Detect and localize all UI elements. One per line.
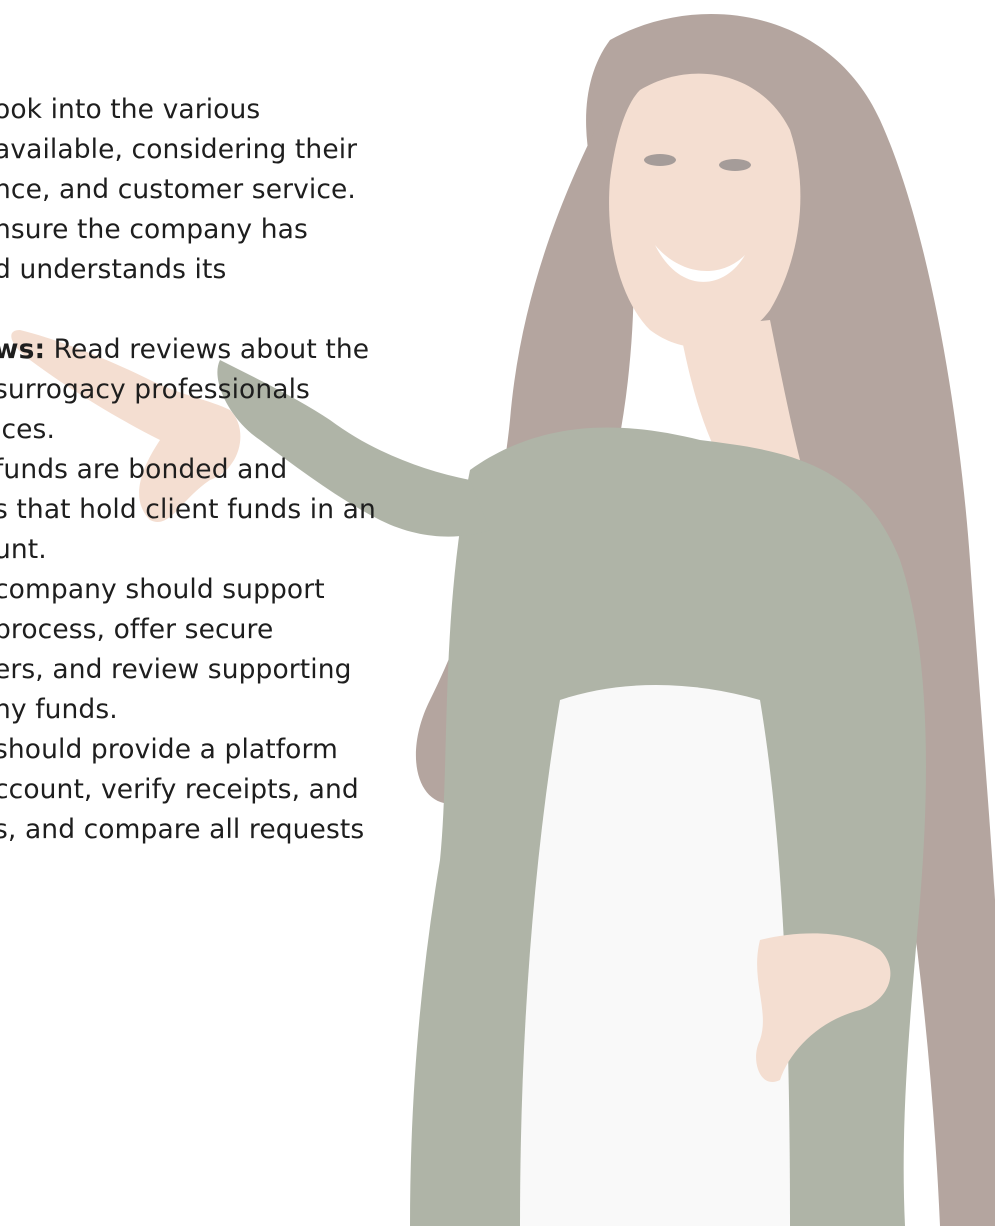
text-line-18: ccount, verify receipts, and bbox=[0, 774, 359, 805]
reviews-text: Read reviews about the bbox=[45, 334, 370, 365]
text-line-4: nsure the company has bbox=[0, 214, 308, 245]
text-line-9: ices. bbox=[0, 414, 55, 445]
text-line-19: s, and compare all requests bbox=[0, 814, 365, 845]
text-line-3: nce, and customer service. bbox=[0, 174, 356, 205]
text-line-5: d understands its bbox=[0, 254, 227, 285]
text-line-11: s that hold client funds in an bbox=[0, 494, 376, 525]
text-line-15: ers, and review supporting bbox=[0, 654, 352, 685]
text-line-8: surrogacy professionals bbox=[0, 374, 310, 405]
text-line-12: unt. bbox=[0, 534, 47, 565]
text-line-6 bbox=[0, 290, 514, 330]
text-line-1: ook into the various bbox=[0, 94, 261, 125]
text-line-16: ny funds. bbox=[0, 694, 118, 725]
eye-right bbox=[719, 159, 751, 171]
text-line-13: company should support bbox=[0, 574, 325, 605]
text-line-17: should provide a platform bbox=[0, 734, 338, 765]
text-line-10: funds are bonded and bbox=[0, 454, 288, 485]
page: ook into the various available, consider… bbox=[0, 0, 995, 1226]
text-line-7: ws: Read reviews about the bbox=[0, 330, 514, 370]
reviews-heading: ws: bbox=[0, 334, 46, 365]
text-line-2: available, considering their bbox=[0, 134, 358, 165]
face bbox=[609, 73, 801, 348]
eye-left bbox=[644, 154, 676, 166]
content-text: ook into the various available, consider… bbox=[0, 90, 514, 850]
text-line-14: process, offer secure bbox=[0, 614, 274, 645]
shirt bbox=[520, 685, 790, 1226]
